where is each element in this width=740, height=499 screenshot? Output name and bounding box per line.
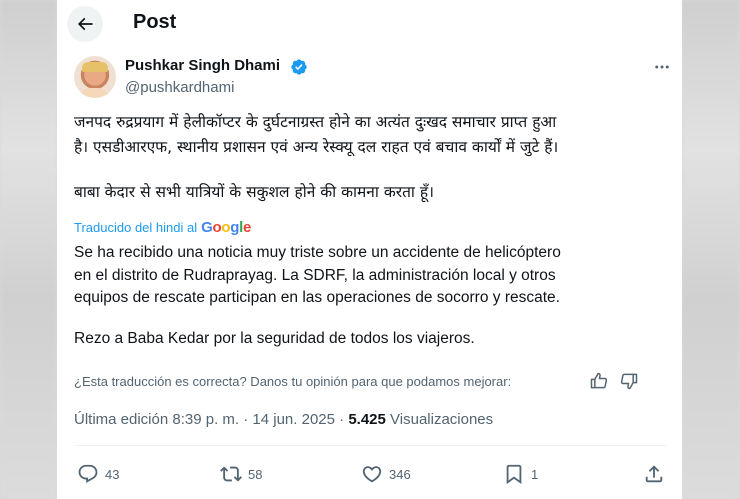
more-horizontal-icon (655, 65, 669, 69)
avatar[interactable] (74, 56, 116, 98)
back-button[interactable] (67, 6, 103, 42)
avatar-shirt (78, 88, 112, 98)
repost-button[interactable]: 58 (220, 461, 262, 487)
translation-line: Se ha recibido una noticia muy triste so… (74, 244, 561, 261)
post-meta: Última edición 8:39 p. m. · 14 jun. 2025… (74, 411, 493, 428)
heart-icon (362, 466, 382, 483)
google-logo: Google (201, 219, 252, 236)
like-count: 346 (389, 466, 411, 482)
translation-line: en el distrito de Rudraprayag. La SDRF, … (74, 266, 556, 284)
reply-count: 43 (105, 466, 120, 482)
author-name[interactable]: Pushkar Singh Dhami (125, 57, 280, 74)
share-icon (645, 465, 663, 483)
like-button[interactable]: 346 (361, 461, 411, 487)
translation-feedback-prompt: ¿Esta traducción es correcta? Danos tu o… (74, 374, 512, 389)
thumbs-up-icon[interactable] (589, 371, 609, 391)
translation-attribution-text: Traducido del hindi al (74, 220, 198, 235)
post-original-text: जनपद रुद्रप्रयाग में हेलीकॉप्टर के दुर्घ… (74, 110, 674, 205)
translation-line: equipos de rescate participan en las ope… (74, 289, 560, 306)
reply-icon (78, 464, 98, 483)
bookmark-button[interactable]: 1 (503, 461, 538, 487)
original-line: जनपद रुद्रप्रयाग में हेलीकॉप्टर के दुर्घ… (74, 113, 557, 131)
verified-badge-icon[interactable] (290, 58, 308, 76)
blurred-background-right (682, 0, 740, 499)
page-title: Post (133, 11, 177, 33)
views-count: 5.425 (348, 411, 386, 428)
more-options-button[interactable] (651, 56, 673, 78)
translation-line: Rezo a Baba Kedar por la seguridad de to… (74, 329, 475, 347)
action-bar: 43 58 346 1 (57, 461, 682, 487)
author-handle[interactable]: @pushkardhami (125, 79, 234, 96)
arrow-left-icon (77, 17, 93, 31)
avatar-cap (82, 62, 108, 72)
share-button[interactable] (643, 461, 665, 487)
post-translation-text: Se ha recibido una noticia muy triste so… (74, 242, 674, 350)
top-bar: Post (57, 0, 682, 48)
views-label: Visualizaciones (390, 411, 494, 428)
thumbs-down-icon[interactable] (619, 371, 639, 391)
reply-button[interactable]: 43 (77, 461, 119, 487)
original-line: बाबा केदार से सभी यात्रियों के सकुशल होन… (74, 183, 434, 201)
blurred-background-left (0, 0, 57, 499)
edited-timestamp[interactable]: Última edición 8:39 p. m. · 14 jun. 2025… (74, 411, 344, 428)
original-line: है। एसडीआरएफ, स्थानीय प्रशासन एवं अन्य र… (74, 138, 559, 156)
post-panel: Post Pushkar Singh Dhami @pushkardhami ज… (57, 0, 682, 499)
bookmark-icon (506, 464, 522, 485)
repost-count: 58 (248, 466, 263, 482)
repost-icon (220, 466, 242, 482)
translation-attribution: Traducido del hindi al Google (74, 219, 251, 236)
divider (74, 445, 666, 446)
bookmark-count: 1 (531, 466, 539, 482)
